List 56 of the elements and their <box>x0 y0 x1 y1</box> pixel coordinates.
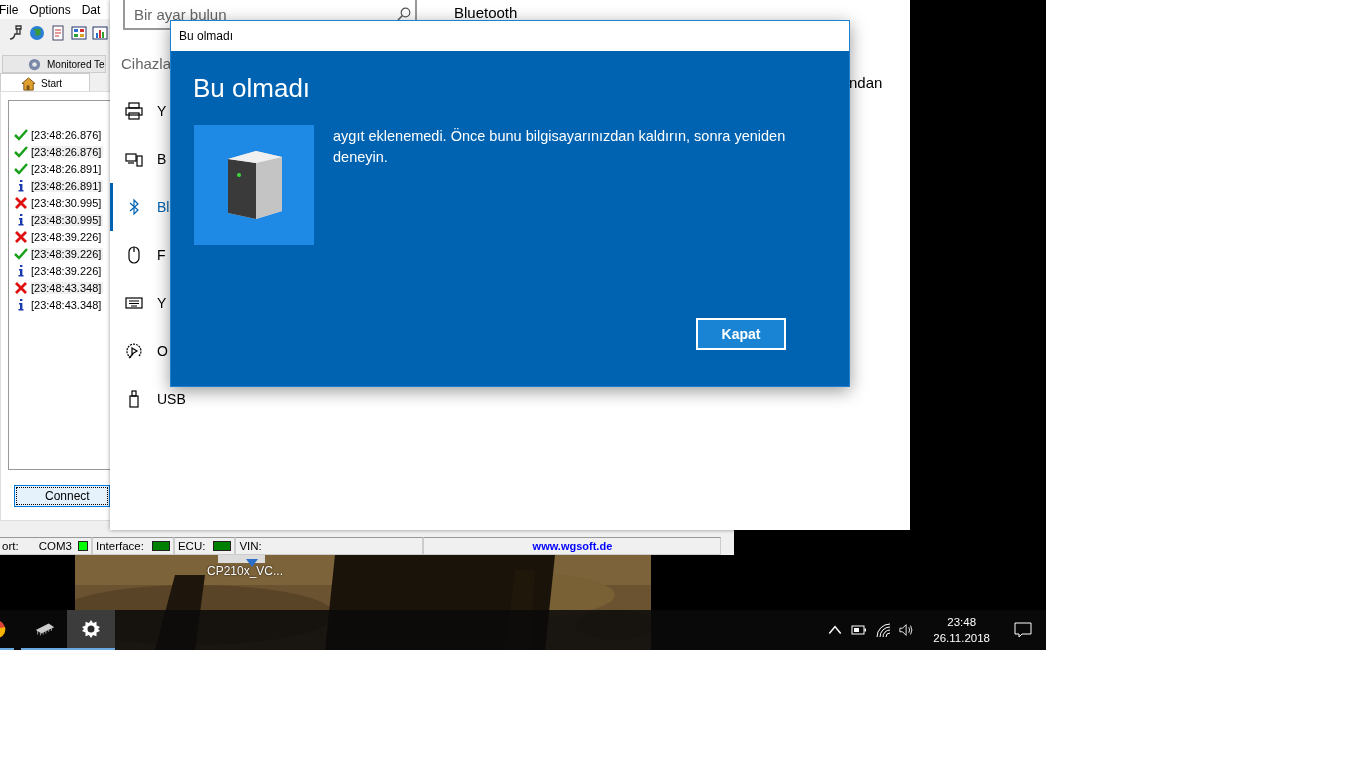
status-label: ECU: <box>177 540 206 552</box>
log-timestamp: [23:48:39.226] <box>31 247 104 260</box>
battery-icon[interactable] <box>851 622 868 638</box>
log-timestamp: [23:48:39.226] <box>31 230 103 243</box>
nav-item[interactable]: Y <box>110 279 167 327</box>
nav-item[interactable]: USB <box>110 375 186 423</box>
close-button[interactable]: Kapat <box>696 318 786 350</box>
log-timestamp: [23:48:26.891] <box>31 162 103 175</box>
dialog-message: aygıt eklenemedi. Önce bunu bilgisayarınızdan kaldırın, sonra yeniden deneyin. <box>333 127 787 167</box>
port-value: COM3 <box>38 540 72 552</box>
gear-icon <box>80 619 102 639</box>
chart-icon[interactable] <box>92 25 108 41</box>
page-title: Bluetooth <box>454 4 518 21</box>
text-fragment: ndan <box>849 74 883 91</box>
tab[interactable]: Start <box>0 73 90 93</box>
document-icon[interactable] <box>50 25 66 41</box>
nav-item[interactable]: Y <box>110 87 167 135</box>
website-link[interactable]: www.wgsoft.de <box>532 540 613 552</box>
dialog-title: Bu olmadı <box>179 29 234 43</box>
desktop-icon-label[interactable]: CP210x_VC... <box>207 564 284 578</box>
section-heading: Cihazla <box>121 55 172 72</box>
nav-item[interactable]: B <box>110 135 167 183</box>
log-timestamp: [23:48:30.995] <box>31 196 103 209</box>
wifi-icon[interactable] <box>875 622 892 638</box>
log-timestamp: [23:48:43.348] <box>31 298 103 311</box>
grid-icon[interactable] <box>71 25 87 41</box>
dialog-heading: Bu olmadı <box>193 73 311 104</box>
menu-item[interactable]: Dat <box>81 2 101 17</box>
gear-icon <box>27 56 42 72</box>
clock[interactable]: 23:48 26.11.2018 <box>933 614 990 646</box>
connect-button[interactable]: Connect <box>14 485 110 507</box>
nav-item[interactable]: O <box>110 327 168 375</box>
house-icon <box>21 75 36 91</box>
nav-item[interactable]: F <box>110 231 166 279</box>
tab[interactable]: Monitored Te <box>2 55 106 73</box>
globe-icon[interactable] <box>29 25 45 41</box>
notification-icon[interactable] <box>1014 622 1032 638</box>
vin-label: VIN: <box>239 540 262 552</box>
port-label: ort: <box>2 540 19 552</box>
status-label: Interface: <box>96 540 144 552</box>
log-timestamp: [23:48:30.995] <box>31 213 104 226</box>
nav-icon <box>125 246 143 264</box>
nav-icon <box>125 102 143 120</box>
log-timestamp: [23:48:43.348] <box>31 281 104 294</box>
menu-item[interactable]: Options <box>29 2 71 17</box>
search-icon <box>397 7 411 21</box>
nav-icon <box>125 294 143 312</box>
menu-item[interactable]: File <box>0 2 19 17</box>
nav-icon <box>125 150 143 168</box>
log-timestamp: [23:48:39.226] <box>31 264 103 277</box>
log-timestamp: [23:48:26.876] <box>31 128 103 141</box>
log-timestamp: [23:48:26.891] <box>31 179 104 192</box>
plug-icon[interactable] <box>8 25 24 41</box>
nav-icon <box>125 342 143 360</box>
settings-taskbar-button[interactable] <box>67 610 115 650</box>
log-timestamp: [23:48:26.876] <box>31 145 104 158</box>
